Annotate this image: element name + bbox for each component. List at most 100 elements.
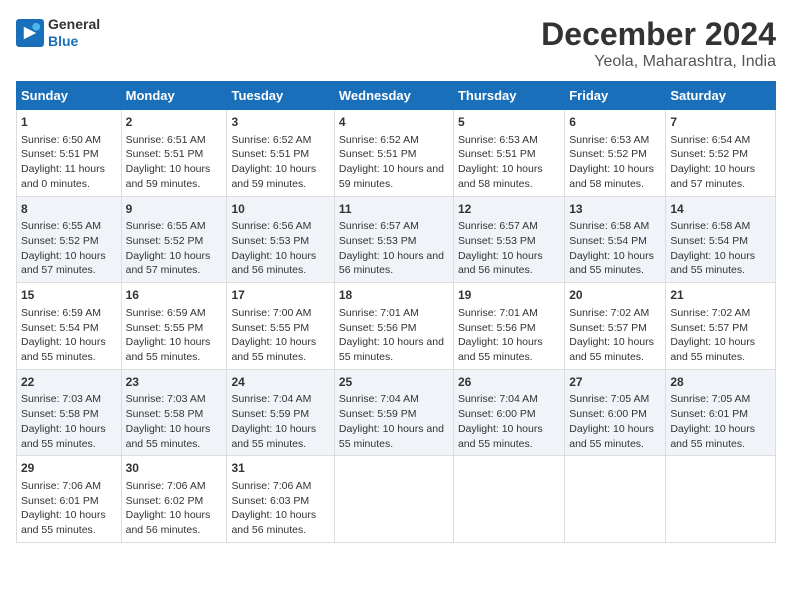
logo: General Blue [16,16,100,50]
sunset: Sunset: 5:52 PM [670,148,748,160]
daylight: Daylight: 10 hours and 59 minutes. [126,163,211,190]
table-row: 14Sunrise: 6:58 AMSunset: 5:54 PMDayligh… [666,196,776,283]
sunset: Sunset: 5:54 PM [21,322,99,334]
table-row [666,456,776,543]
day-number: 6 [569,114,661,131]
table-row: 11Sunrise: 6:57 AMSunset: 5:53 PMDayligh… [334,196,453,283]
day-number: 17 [231,287,329,304]
day-number: 8 [21,201,117,218]
sunrise: Sunrise: 6:57 AM [339,220,419,232]
sunrise: Sunrise: 7:02 AM [569,307,649,319]
sunrise: Sunrise: 7:06 AM [231,480,311,492]
daylight: Daylight: 10 hours and 55 minutes. [670,336,755,363]
day-number: 13 [569,201,661,218]
day-number: 21 [670,287,771,304]
page-container: General Blue December 2024 Yeola, Mahara… [0,0,792,553]
table-row: 3Sunrise: 6:52 AMSunset: 5:51 PMDaylight… [227,110,334,197]
daylight: Daylight: 10 hours and 55 minutes. [231,423,316,450]
sunset: Sunset: 5:53 PM [339,235,417,247]
sunset: Sunset: 5:51 PM [126,148,204,160]
sunset: Sunset: 5:58 PM [21,408,99,420]
daylight: Daylight: 10 hours and 56 minutes. [458,250,543,277]
day-number: 22 [21,374,117,391]
day-number: 19 [458,287,560,304]
sunrise: Sunrise: 6:59 AM [21,307,101,319]
sunset: Sunset: 5:57 PM [569,322,647,334]
sunset: Sunset: 5:51 PM [458,148,536,160]
sunset: Sunset: 5:55 PM [126,322,204,334]
day-number: 16 [126,287,223,304]
table-row: 7Sunrise: 6:54 AMSunset: 5:52 PMDaylight… [666,110,776,197]
table-row: 5 Sunrise: 6:53 AM Sunset: 5:51 PM Daylight… [453,110,564,197]
week-row-2: 15Sunrise: 6:59 AMSunset: 5:54 PMDayligh… [17,283,776,370]
daylight: Daylight: 10 hours and 57 minutes. [126,250,211,277]
daylight: Daylight: 10 hours and 58 minutes. [458,163,543,190]
col-tuesday: Tuesday [227,82,334,110]
sunrise: Sunrise: 6:55 AM [126,220,206,232]
col-thursday: Thursday [453,82,564,110]
sunrise: Sunrise: 6:53 AM [458,134,538,146]
daylight: Daylight: 11 hours and 0 minutes. [21,163,105,190]
header-row: Sunday Monday Tuesday Wednesday Thursday… [17,82,776,110]
sunset: Sunset: 6:02 PM [126,495,204,507]
sunset: Sunset: 5:52 PM [126,235,204,247]
calendar-body: 1 Sunrise: 6:50 AM Sunset: 5:51 PM Daylight… [17,110,776,543]
daylight: Daylight: 10 hours and 55 minutes. [569,336,654,363]
sunset: Sunset: 5:59 PM [339,408,417,420]
sunset: Sunset: 5:58 PM [126,408,204,420]
sunrise: Sunrise: 7:06 AM [126,480,206,492]
sunset: Sunset: 6:01 PM [670,408,748,420]
day-number: 26 [458,374,560,391]
day-number: 9 [126,201,223,218]
table-row: 28Sunrise: 7:05 AMSunset: 6:01 PMDayligh… [666,369,776,456]
col-saturday: Saturday [666,82,776,110]
sunrise: Sunrise: 6:58 AM [670,220,750,232]
table-row [565,456,666,543]
table-row: 12Sunrise: 6:57 AMSunset: 5:53 PMDayligh… [453,196,564,283]
sunrise: Sunrise: 7:02 AM [670,307,750,319]
day-number: 5 [458,114,560,131]
table-row: 20Sunrise: 7:02 AMSunset: 5:57 PMDayligh… [565,283,666,370]
col-friday: Friday [565,82,666,110]
table-row: 31Sunrise: 7:06 AMSunset: 6:03 PMDayligh… [227,456,334,543]
table-row: 16Sunrise: 6:59 AMSunset: 5:55 PMDayligh… [121,283,227,370]
sunset: Sunset: 5:53 PM [458,235,536,247]
subtitle: Yeola, Maharashtra, India [541,53,776,71]
table-row: 8Sunrise: 6:55 AMSunset: 5:52 PMDaylight… [17,196,122,283]
table-row: 23Sunrise: 7:03 AMSunset: 5:58 PMDayligh… [121,369,227,456]
table-row: 10Sunrise: 6:56 AMSunset: 5:53 PMDayligh… [227,196,334,283]
sunrise: Sunrise: 6:54 AM [670,134,750,146]
sunrise: Sunrise: 6:52 AM [231,134,311,146]
sunrise: Sunrise: 7:03 AM [21,393,101,405]
sunrise: Sunrise: 6:50 AM [21,134,101,146]
sunset: Sunset: 6:00 PM [569,408,647,420]
daylight: Daylight: 10 hours and 57 minutes. [670,163,755,190]
table-row: 19Sunrise: 7:01 AMSunset: 5:56 PMDayligh… [453,283,564,370]
logo-text: General Blue [48,16,100,50]
daylight: Daylight: 10 hours and 55 minutes. [21,509,106,536]
sunset: Sunset: 5:54 PM [569,235,647,247]
table-row: 29Sunrise: 7:06 AMSunset: 6:01 PMDayligh… [17,456,122,543]
col-sunday: Sunday [17,82,122,110]
table-row: 30Sunrise: 7:06 AMSunset: 6:02 PMDayligh… [121,456,227,543]
daylight: Daylight: 10 hours and 55 minutes. [670,423,755,450]
title-section: December 2024 Yeola, Maharashtra, India [541,16,776,71]
sunset: Sunset: 5:52 PM [21,235,99,247]
sunrise: Sunrise: 6:55 AM [21,220,101,232]
table-row: 18Sunrise: 7:01 AMSunset: 5:56 PMDayligh… [334,283,453,370]
calendar-table: Sunday Monday Tuesday Wednesday Thursday… [16,81,776,543]
sunset: Sunset: 5:51 PM [339,148,417,160]
daylight: Daylight: 10 hours and 55 minutes. [458,336,543,363]
sunset: Sunset: 5:53 PM [231,235,309,247]
day-number: 28 [670,374,771,391]
daylight: Daylight: 10 hours and 55 minutes. [21,336,106,363]
sunrise: Sunrise: 7:01 AM [339,307,419,319]
sunrise: Sunrise: 6:59 AM [126,307,206,319]
daylight: Daylight: 10 hours and 55 minutes. [231,336,316,363]
day-number: 1 [21,114,117,131]
table-row: 15Sunrise: 6:59 AMSunset: 5:54 PMDayligh… [17,283,122,370]
table-row [453,456,564,543]
sunrise: Sunrise: 7:04 AM [458,393,538,405]
day-number: 10 [231,201,329,218]
day-number: 18 [339,287,449,304]
